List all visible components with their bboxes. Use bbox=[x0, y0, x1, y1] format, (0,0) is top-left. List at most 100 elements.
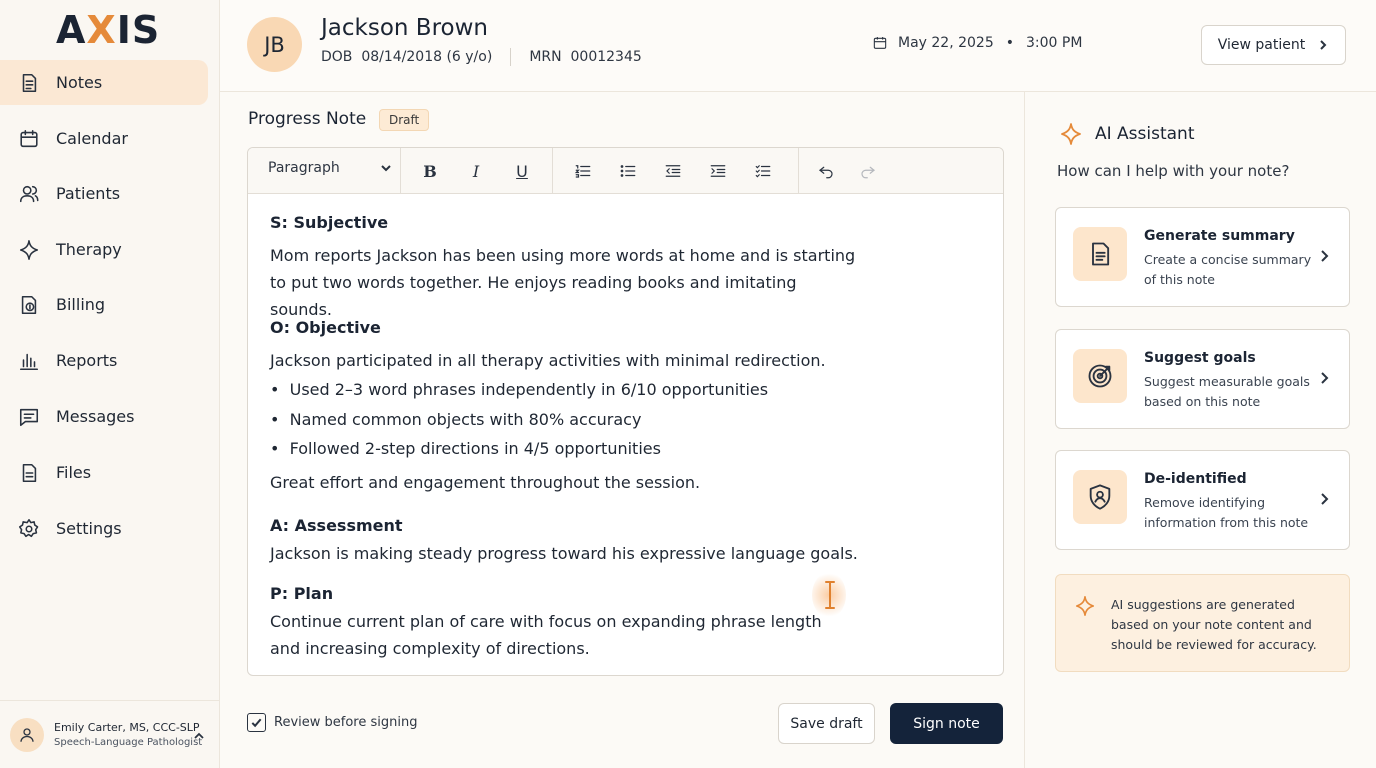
sign-note-button[interactable]: Sign note bbox=[890, 703, 1003, 744]
checkmark-icon bbox=[251, 718, 262, 728]
user-role: Speech-Language Pathologist bbox=[54, 737, 203, 748]
sparkle-icon bbox=[1061, 123, 1081, 145]
plan-text: Continue current plan of care with focus… bbox=[270, 612, 822, 658]
sidebar-item-label: Messages bbox=[56, 407, 135, 426]
bullet-list-icon bbox=[620, 165, 636, 177]
italic-button[interactable]: I bbox=[465, 160, 487, 182]
toolbar-divider bbox=[400, 148, 401, 193]
checkbox[interactable] bbox=[247, 713, 266, 732]
document-icon bbox=[1092, 242, 1110, 266]
sidebar-item-calendar[interactable]: Calendar bbox=[0, 116, 208, 161]
messages-icon bbox=[19, 408, 39, 426]
sidebar-item-notes[interactable]: Notes bbox=[0, 60, 208, 105]
checklist-icon bbox=[755, 165, 771, 178]
visit-date: May 22, 2025 bbox=[898, 35, 994, 51]
calendar-icon bbox=[20, 129, 38, 147]
separator-dot: • bbox=[1005, 35, 1015, 51]
patient-meta: DOB 08/14/2018 (6 y/o) MRN 00012345 bbox=[321, 48, 642, 66]
app-logo[interactable]: AXIS bbox=[56, 10, 160, 50]
chevron-right-icon bbox=[1321, 250, 1329, 262]
toolbar-divider bbox=[552, 148, 553, 193]
sidebar-item-reports[interactable]: Reports bbox=[0, 338, 208, 383]
review-before-signing-checkbox[interactable]: Review before signing bbox=[247, 713, 417, 732]
chevron-down-icon bbox=[381, 165, 391, 172]
sidebar-item-label: Therapy bbox=[56, 240, 122, 259]
patient-name: Jackson Brown bbox=[321, 15, 488, 41]
settings-icon bbox=[18, 518, 39, 537]
sidebar-item-label: Calendar bbox=[56, 129, 128, 148]
ai-card-title: Suggest goals bbox=[1144, 350, 1256, 366]
ai-subtitle: How can I help with your note? bbox=[1057, 162, 1290, 180]
user-profile[interactable]: Emily Carter, MS, CCC-SLP Speech-Languag… bbox=[0, 700, 220, 768]
ai-disclaimer-text: AI suggestions are generated based on yo… bbox=[1111, 597, 1317, 652]
view-patient-label: View patient bbox=[1217, 37, 1306, 53]
de-identified-card[interactable]: De-identified Remove identifying informa… bbox=[1055, 450, 1350, 550]
ai-card-icon-box bbox=[1073, 349, 1127, 403]
subjective-text: Mom reports Jackson has been using more … bbox=[270, 246, 856, 319]
sidebar-item-settings[interactable]: Settings bbox=[0, 506, 208, 551]
target-icon bbox=[1088, 364, 1112, 388]
mrn-label: MRN bbox=[529, 49, 562, 65]
assessment-heading: A: Assessment bbox=[270, 516, 403, 535]
patient-header: JB Jackson Brown DOB 08/14/2018 (6 y/o) … bbox=[220, 0, 1376, 92]
shield-icon bbox=[1089, 484, 1111, 510]
indent-button[interactable] bbox=[707, 160, 729, 182]
sidebar-item-patients[interactable]: Patients bbox=[0, 171, 208, 216]
files-icon bbox=[22, 463, 37, 482]
bold-button[interactable]: B bbox=[419, 160, 441, 182]
save-draft-button[interactable]: Save draft bbox=[778, 703, 875, 744]
sparkle-icon bbox=[1075, 596, 1095, 616]
ai-panel-title: AI Assistant bbox=[1059, 122, 1195, 146]
billing-icon bbox=[21, 295, 37, 314]
ai-assistant-panel: AI Assistant How can I help with your no… bbox=[1024, 92, 1376, 768]
list-item: • Followed 2-step directions in 4/5 oppo… bbox=[270, 439, 661, 458]
visit-datetime: May 22, 2025 • 3:00 PM bbox=[872, 35, 1082, 51]
suggest-goals-card[interactable]: Suggest goals Suggest measurable goals b… bbox=[1055, 329, 1350, 429]
assessment-text: Jackson is making steady progress toward… bbox=[270, 544, 858, 563]
editor-toolbar: Paragraph B I U bbox=[248, 148, 1003, 194]
sidebar-item-therapy[interactable]: Therapy bbox=[0, 227, 208, 272]
checklist-button[interactable] bbox=[752, 160, 774, 182]
avatar bbox=[10, 717, 44, 752]
chevron-up-icon[interactable] bbox=[192, 729, 206, 743]
note-editor[interactable]: Paragraph B I U S: Subjective Mom report… bbox=[247, 147, 1004, 676]
mrn-value: 00012345 bbox=[570, 49, 642, 65]
redo-button[interactable] bbox=[857, 160, 879, 182]
ai-disclaimer: AI suggestions are generated based on yo… bbox=[1055, 574, 1350, 672]
meta-divider bbox=[510, 48, 512, 66]
numbered-list-button[interactable] bbox=[572, 160, 594, 182]
sidebar-item-billing[interactable]: Billing bbox=[0, 282, 208, 327]
sidebar-item-label: Billing bbox=[56, 295, 106, 314]
sidebar-item-label: Patients bbox=[56, 184, 121, 203]
sidebar-item-files[interactable]: Files bbox=[0, 450, 208, 495]
outdent-icon bbox=[665, 165, 681, 177]
dob-label: DOB bbox=[321, 49, 353, 65]
generate-summary-card[interactable]: Generate summary Create a concise summar… bbox=[1055, 207, 1350, 307]
visit-time: 3:00 PM bbox=[1026, 35, 1083, 51]
plan-heading: P: Plan bbox=[270, 584, 334, 603]
sidebar-item-label: Reports bbox=[56, 351, 118, 370]
list-item: • Named common objects with 80% accuracy bbox=[270, 410, 642, 429]
text-cursor-icon bbox=[825, 581, 835, 609]
chevron-right-icon bbox=[1321, 372, 1329, 384]
list-item: • Used 2–3 word phrases independently in… bbox=[270, 380, 769, 399]
view-patient-button[interactable]: View patient bbox=[1201, 25, 1346, 65]
toolbar-divider bbox=[798, 148, 799, 193]
paragraph-style-select[interactable]: Paragraph bbox=[268, 160, 392, 176]
outdent-button[interactable] bbox=[662, 160, 684, 182]
paragraph-style-label: Paragraph bbox=[268, 160, 340, 176]
objective-intro: Jackson participated in all therapy acti… bbox=[270, 351, 826, 370]
ai-card-desc: Remove identifying information from this… bbox=[1144, 495, 1309, 530]
ai-title-text: AI Assistant bbox=[1095, 124, 1195, 144]
chevron-right-icon bbox=[1321, 493, 1329, 505]
bullet-list-button[interactable] bbox=[617, 160, 639, 182]
status-badge: Draft bbox=[379, 109, 430, 131]
ai-card-title: De-identified bbox=[1144, 471, 1247, 487]
undo-button[interactable] bbox=[815, 160, 837, 182]
review-label: Review before signing bbox=[274, 715, 418, 730]
underline-button[interactable]: U bbox=[511, 160, 533, 182]
user-name: Emily Carter, MS, CCC-SLP bbox=[54, 721, 200, 734]
calendar-icon bbox=[873, 37, 887, 49]
sidebar-item-messages[interactable]: Messages bbox=[0, 394, 208, 439]
numbered-list-icon bbox=[574, 165, 591, 178]
